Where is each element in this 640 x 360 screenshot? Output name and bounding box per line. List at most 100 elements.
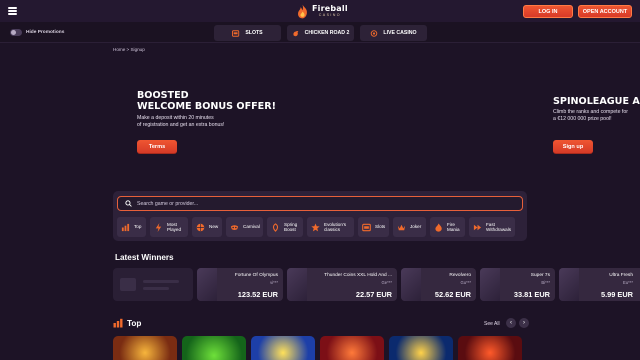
game-tile[interactable]: [182, 336, 246, 360]
category-fire-mania[interactable]: Fire Mania: [430, 217, 465, 237]
game-tile[interactable]: [251, 336, 315, 360]
winner-card[interactable]: Ultra Fresh Eu*** 5.99 EUR: [559, 268, 640, 301]
promo-title-line1: BOOSTED: [137, 90, 189, 101]
see-all-link[interactable]: See All: [484, 321, 500, 327]
category-label: Spring Boost: [284, 221, 298, 232]
slot-machine-icon: [232, 29, 240, 37]
game-tile[interactable]: [389, 336, 453, 360]
bar-chart-icon: [121, 223, 130, 231]
slot-machine-icon: [362, 223, 371, 231]
hide-promotions-toggle[interactable]: [10, 29, 22, 36]
category-evolutions-classics[interactable]: Evolution's classics: [307, 217, 354, 237]
tab-chicken-road-2[interactable]: CHICKEN ROAD 2: [287, 25, 354, 41]
game-search-panel: Top Most Played New Carnival Spring Boos…: [113, 191, 527, 241]
category-label: New: [209, 224, 219, 230]
tab-chicken-label: CHICKEN ROAD 2: [304, 30, 350, 36]
winner-card[interactable]: Revolvero Gu*** 52.62 EUR: [401, 268, 476, 301]
search-box[interactable]: [117, 196, 523, 211]
category-top[interactable]: Top: [117, 217, 146, 237]
promo-welcome-text: Make a deposit within 20 minutes of regi…: [137, 115, 257, 128]
lightning-icon: [155, 222, 162, 232]
tab-live-label: LIVE CASINO: [383, 30, 417, 36]
live-casino-icon: [371, 29, 378, 37]
tab-slots-label: SLOTS: [245, 30, 263, 36]
hamburger-menu-icon[interactable]: [8, 7, 17, 15]
game-tile[interactable]: [320, 336, 384, 360]
category-most-played[interactable]: Most Played: [150, 217, 188, 237]
category-slots[interactable]: Slots: [358, 217, 389, 237]
winner-username: Ge***: [381, 280, 392, 285]
hide-promotions-label: Hide Promotions: [26, 30, 65, 35]
tab-live-casino[interactable]: LIVE CASINO: [360, 25, 427, 41]
category-label: Slots: [375, 224, 386, 230]
winner-card[interactable]: Fortune Of Olympus vi*** 123.52 EUR: [197, 268, 283, 301]
winner-amount: 33.81 EUR: [513, 290, 550, 299]
sign-up-button[interactable]: Sign up: [553, 140, 593, 154]
promo-spinoleague-title: SPINOLEAGUE ARE: [553, 96, 640, 107]
game-thumbnail: [401, 268, 421, 301]
category-label: Fire Mania: [447, 221, 460, 232]
category-label: Most Played: [167, 221, 182, 232]
logo-subtitle: CASINO: [318, 13, 341, 18]
star-icon: [311, 222, 320, 231]
breadcrumb[interactable]: Home > Signup: [113, 47, 145, 52]
category-carnival[interactable]: Carnival: [226, 217, 263, 237]
category-label: Fast Withdrawals: [486, 221, 512, 232]
fire-icon: [435, 222, 442, 232]
category-fast-withdrawals[interactable]: Fast Withdrawals: [469, 217, 515, 237]
winner-game-name: Fortune Of Olympus: [234, 273, 278, 278]
winner-username: vi***: [270, 280, 278, 285]
flame-logo-icon: [298, 4, 307, 19]
category-joker[interactable]: Joker: [393, 217, 426, 237]
promo-text-line1: Make a deposit within 20 minutes: [137, 115, 214, 121]
winner-game-name: Super 7s: [530, 273, 550, 278]
winner-amount: 52.62 EUR: [434, 290, 471, 299]
winner-card[interactable]: Thunder Coins XXL Hold And ... Ge*** 22.…: [287, 268, 397, 301]
promo-title-line2: WELCOME BONUS OFFER!: [137, 101, 277, 112]
category-label: Top: [134, 224, 142, 230]
game-thumbnail: [480, 268, 500, 301]
logo-wordmark: Fireball: [312, 4, 348, 14]
joker-icon: [397, 224, 406, 230]
search-icon: [125, 200, 132, 207]
spring-icon: [272, 222, 279, 232]
carousel-next-button[interactable]: ›: [519, 318, 529, 328]
category-new[interactable]: New: [192, 217, 222, 237]
open-account-button[interactable]: OPEN ACCOUNT: [578, 5, 632, 18]
winner-username: Gu***: [460, 280, 471, 285]
search-input[interactable]: [137, 199, 437, 208]
winner-card-placeholder: [113, 268, 193, 301]
game-thumbnail: [559, 268, 579, 301]
terms-button[interactable]: Terms: [137, 140, 177, 154]
game-thumbnail: [287, 268, 307, 301]
latest-winners-heading: Latest Winners: [115, 253, 174, 262]
winner-game-name: Revolvero: [449, 273, 471, 278]
promo2-text-line1: Climb the ranks and compete for: [553, 109, 628, 115]
game-tile[interactable]: [113, 336, 177, 360]
promo2-text-line2: a €12 000 000 prize pool!: [553, 115, 612, 122]
category-label: Carnival: [243, 224, 260, 230]
carnival-icon: [230, 224, 239, 230]
category-label: Evolution's classics: [324, 221, 347, 232]
winner-game-name: Thunder Coins XXL Hold And ...: [324, 273, 392, 278]
tab-slots[interactable]: SLOTS: [214, 25, 281, 41]
winner-username: Eu***: [622, 280, 633, 285]
login-button[interactable]: LOG IN: [523, 5, 573, 18]
promo-welcome-title: BOOSTED WELCOME BONUS OFFER!: [137, 90, 276, 112]
game-thumbnail: [197, 268, 217, 301]
winner-card[interactable]: Super 7s Bi*** 33.81 EUR: [480, 268, 555, 301]
fast-icon: [473, 224, 482, 230]
top-header: Fireball CASINO LOG IN OPEN ACCOUNT: [0, 0, 640, 22]
basketball-icon: [196, 223, 205, 231]
category-spring-boost[interactable]: Spring Boost: [267, 217, 303, 237]
chicken-icon: [293, 30, 298, 36]
category-strip: Top Most Played New Carnival Spring Boos…: [117, 217, 526, 237]
winner-amount: 5.99 EUR: [600, 290, 633, 299]
game-tile[interactable]: [458, 336, 522, 360]
bar-chart-icon: [113, 318, 123, 328]
winner-amount: 123.52 EUR: [237, 290, 278, 299]
carousel-prev-button[interactable]: ‹: [506, 318, 516, 328]
winner-game-name: Ultra Fresh: [609, 273, 633, 278]
fireball-logo[interactable]: Fireball CASINO: [296, 3, 348, 20]
winner-amount: 22.57 EUR: [355, 290, 392, 299]
